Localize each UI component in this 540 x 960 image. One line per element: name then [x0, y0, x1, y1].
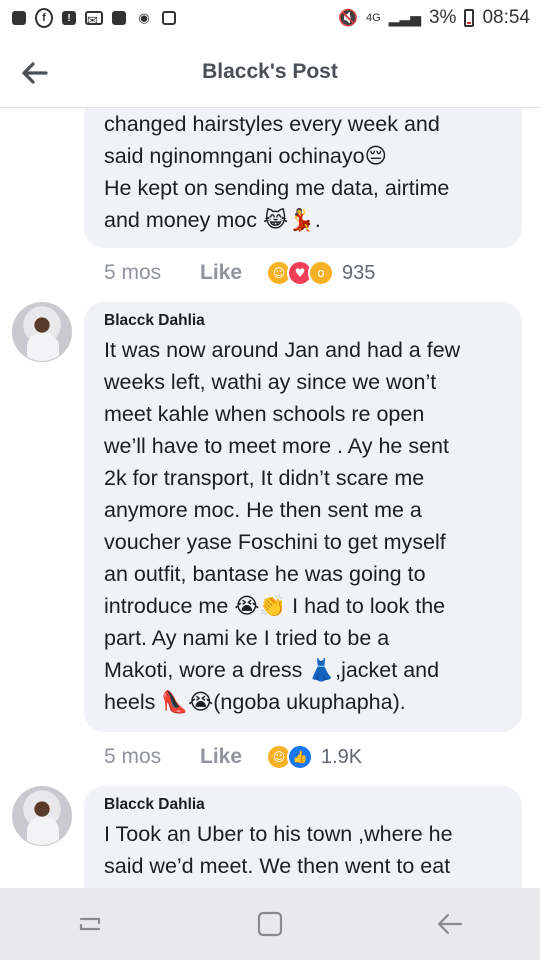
comment-line: and money moc 😹💃.: [104, 208, 321, 232]
comment-line: I Took an Uber to his town ,where he: [104, 822, 453, 846]
comment-line: voucher yase Foschini to get myself: [104, 530, 446, 554]
comment-line: Makoti, wore a dress 👗,jacket and: [104, 658, 440, 682]
comment-bubble[interactable]: Blacck Dahlia I Took an Uber to his town…: [84, 786, 522, 888]
app-bar: Blacck's Post: [0, 36, 540, 108]
gmail-icon: ✉: [85, 9, 103, 28]
comment-bubble[interactable]: changed hairstyles every week and said n…: [84, 108, 522, 248]
like-button[interactable]: Like: [200, 745, 266, 769]
reaction-count[interactable]: 1.9K: [321, 746, 362, 769]
comment-line: anymore moc. He then sent me a: [104, 498, 422, 522]
comment-line: changed hairstyles every week and: [104, 112, 440, 136]
avatar[interactable]: [12, 302, 72, 362]
comment-text: I Took an Uber to his town ,where he sai…: [104, 818, 502, 882]
like-button[interactable]: Like: [200, 261, 266, 285]
comment-line: an outfit, bantase he was going to: [104, 562, 426, 586]
facebook-icon: f: [35, 8, 53, 28]
uber-icon: [10, 9, 28, 27]
comment-line: part. Ay nami ke I tried to be a: [104, 626, 390, 650]
back-nav-button[interactable]: [430, 904, 470, 944]
comment-line: meet kahle when schools re open: [104, 402, 425, 426]
comment-bubble[interactable]: Blacck Dahlia It was now around Jan and …: [84, 302, 522, 732]
comments-list[interactable]: changed hairstyles every week and said n…: [0, 108, 540, 888]
comment-line: said we’d meet. We then went to eat: [104, 854, 451, 878]
battery-level: 3%: [428, 7, 457, 28]
clock: 08:54: [482, 7, 530, 28]
comment-author[interactable]: Blacck Dahlia: [104, 312, 502, 330]
recent-apps-icon: [79, 917, 101, 931]
comment-time[interactable]: 5 mos: [104, 745, 200, 769]
reaction-icons[interactable]: ☺ ♥ o: [266, 260, 334, 286]
signal-icon: ▂▃▅: [388, 9, 421, 26]
comment-meta: 5 mos Like ☺ ♥ o 935: [104, 260, 375, 286]
comment-line: we’ll have to meet more . Ay he sent: [104, 434, 449, 458]
comment-meta: 5 mos Like ☺ 👍 1.9K: [104, 744, 362, 770]
reaction-count[interactable]: 935: [342, 262, 375, 285]
comment-text: changed hairstyles every week and said n…: [104, 108, 502, 236]
comment-text: It was now around Jan and had a few week…: [104, 334, 502, 718]
comment-line: introduce me 😭👏 I had to look the: [104, 594, 446, 618]
reaction-icons[interactable]: ☺ 👍: [266, 744, 313, 770]
avatar-figure: [27, 333, 59, 361]
recent-apps-button[interactable]: [70, 904, 110, 944]
avatar[interactable]: [12, 786, 72, 846]
alert-icon: !: [60, 9, 78, 27]
comment-line: said nginomngani ochinayo😔: [104, 144, 387, 168]
notification-icons: f ! ✉ ◉: [10, 8, 178, 28]
image-icon: [160, 9, 178, 27]
comment-author[interactable]: Blacck Dahlia: [104, 796, 502, 814]
mute-icon: 🔇: [338, 10, 358, 27]
navigation-bar: [0, 888, 540, 960]
system-status: 🔇 4G ▂▃▅ 3% 08:54: [338, 7, 530, 29]
page-title: Blacck's Post: [202, 60, 338, 83]
home-icon: [257, 911, 283, 937]
comment-line: weeks left, wathi ay since we won’t: [104, 370, 437, 394]
wow-reaction-icon: o: [308, 260, 334, 286]
home-button[interactable]: [250, 904, 290, 944]
gallery-icon: [110, 9, 128, 27]
comment-line: 2k for transport, It didn’t scare me: [104, 466, 425, 490]
avatar-figure: [27, 817, 59, 845]
comment-line: He kept on sending me data, airtime: [104, 176, 450, 200]
network-type: 4G: [365, 12, 381, 24]
comment-line: It was now around Jan and had a few: [104, 338, 461, 362]
back-arrow-icon: [437, 913, 463, 935]
battery-icon: [464, 9, 475, 27]
comment-time[interactable]: 5 mos: [104, 261, 200, 285]
like-reaction-icon: 👍: [287, 744, 313, 770]
eye-icon: ◉: [138, 10, 150, 25]
status-bar: f ! ✉ ◉ 🔇 4G ▂▃▅ 3% 08:54: [0, 0, 540, 36]
comment-line: heels 👠😭(ngoba ukuphapha).: [104, 690, 406, 714]
